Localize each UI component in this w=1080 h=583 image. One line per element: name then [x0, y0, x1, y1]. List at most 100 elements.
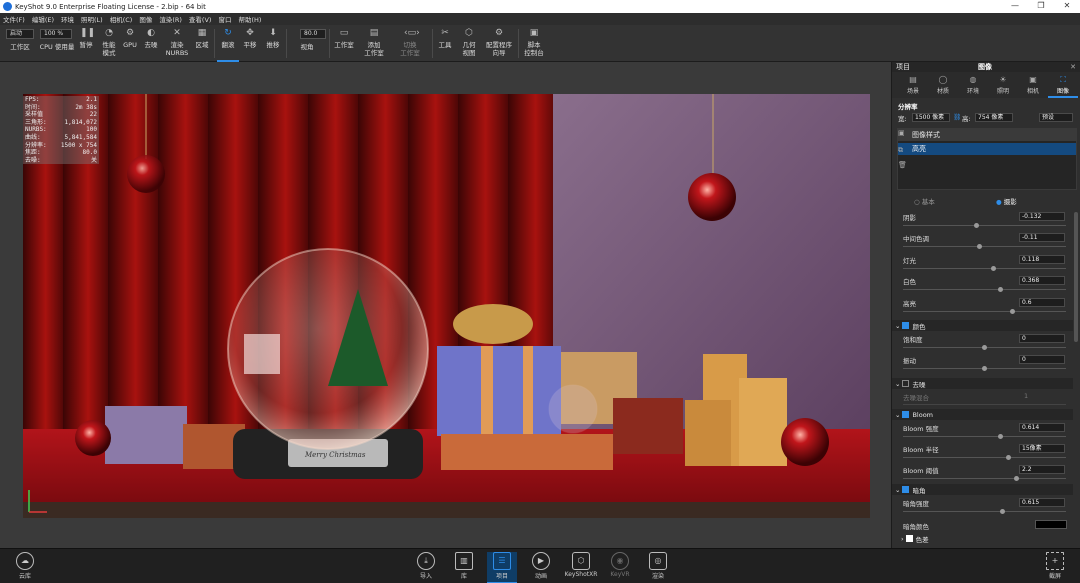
import-button[interactable]: ⤓ 导入 [411, 552, 441, 580]
slider-knob[interactable] [982, 345, 987, 350]
menu-environment[interactable]: 环境 [61, 14, 74, 24]
animation-button[interactable]: ▶ 动画 [526, 552, 556, 580]
denoise-blend-value: 1 [1024, 392, 1029, 400]
keyshotxr-button[interactable]: ⬡ KeyShotXR [564, 552, 598, 578]
performance-mode-button[interactable]: ◔ 性能 模式 [98, 25, 120, 62]
menu-image[interactable]: 图像 [139, 14, 152, 24]
image-style-item-highlight[interactable]: 高亮 [898, 143, 1076, 155]
width-input[interactable]: 1500 像素 [912, 113, 950, 122]
cpu-usage-button[interactable]: CPU 使用量 [38, 43, 76, 62]
vignette-strength-input[interactable]: 0.615 [1019, 498, 1065, 507]
add-studio-button[interactable]: ▤ 添加 工作室 [361, 25, 387, 62]
slider-knob[interactable] [977, 244, 983, 249]
fov-input[interactable]: 80.0 [300, 29, 326, 39]
chromatic-checkbox[interactable] [905, 535, 913, 542]
maximize-icon[interactable]: ❐ [1028, 0, 1054, 13]
mode-basic-radio[interactable]: ○ 基本 [914, 196, 935, 206]
library-button[interactable]: ▥ 库 [449, 552, 479, 580]
bloom-intensity-input[interactable]: 0.614 [1019, 423, 1065, 432]
slider-knob[interactable] [974, 223, 980, 228]
slider-knob[interactable] [1010, 309, 1016, 314]
tab-image[interactable]: ⛶ 图像 [1048, 72, 1078, 98]
render-image[interactable]: Merry Christmas FPS: 2.1 时间: 2m 38s 采样值 22 … [23, 94, 870, 518]
keyvr-button[interactable]: ◉ KeyVR [605, 552, 635, 578]
tab-lighting[interactable]: ☀ 照明 [988, 72, 1018, 98]
whites-input[interactable]: 0.368 [1019, 276, 1065, 285]
screenshot-button[interactable]: + 截屏 [1040, 552, 1070, 580]
menu-window[interactable]: 窗口 [218, 14, 231, 24]
pause-button[interactable]: ❚❚ 暂停 [77, 25, 96, 62]
denoise-checkbox[interactable] [902, 380, 910, 387]
denoise-button[interactable]: ◐ 去噪 [141, 25, 161, 62]
vignette-color-swatch[interactable] [1035, 520, 1067, 529]
cloud-library-button[interactable]: ☁ 云库 [10, 552, 40, 580]
lock-aspect-icon[interactable]: ⛓ [953, 113, 961, 121]
studio-button[interactable]: ▭ 工作室 [331, 25, 357, 62]
tab-environment[interactable]: ◍ 环境 [958, 72, 988, 98]
workspace-select[interactable]: 启动 [6, 29, 34, 39]
height-input[interactable]: 754 像素 [975, 113, 1013, 122]
geometry-view-button[interactable]: ⬡ 几何 视图 [458, 25, 480, 62]
toolbar-divider [214, 29, 215, 58]
bloom-checkbox[interactable] [902, 411, 910, 418]
zoom-select[interactable]: 100 % [40, 29, 72, 39]
vibrance-input[interactable]: 0 [1019, 355, 1065, 364]
region-label: 区域 [195, 41, 209, 49]
menu-help[interactable]: 帮助(H) [238, 14, 261, 24]
tumble-button[interactable]: ↻ 翻滚 [217, 25, 239, 62]
lights-input[interactable]: 0.118 [1019, 255, 1065, 264]
chromatic-aberration-section[interactable]: › 色差 [892, 533, 1073, 544]
workspace-button[interactable]: 工作区 [4, 43, 36, 62]
dolly-button[interactable]: ⬇ 推移 [262, 25, 284, 62]
shadows-input[interactable]: -0.132 [1019, 212, 1065, 221]
duplicate-style-icon[interactable]: ⧉ [898, 146, 903, 155]
mode-photo-radio[interactable]: ● 摄影 [996, 196, 1017, 206]
close-icon[interactable]: ✕ [1054, 0, 1080, 13]
render-nurbs-button[interactable]: ✕ 渲染 NURBS [164, 25, 190, 62]
denoise-section[interactable]: ⌄ 去噪 [892, 378, 1073, 389]
vignette-checkbox[interactable] [902, 486, 910, 493]
menu-lighting[interactable]: 照明(L) [81, 14, 103, 24]
menu-camera[interactable]: 相机(C) [110, 14, 133, 24]
render-viewport[interactable]: Merry Christmas FPS: 2.1 时间: 2m 38s 采样值 22 … [0, 62, 891, 548]
slider-knob[interactable] [991, 266, 997, 271]
add-style-icon[interactable]: ▣ [898, 129, 905, 137]
script-console-button[interactable]: ▣ 脚本 控制台 [521, 25, 547, 62]
panel-close-icon[interactable]: ✕ [1070, 63, 1076, 71]
bloom-threshold-input[interactable]: 2.2 [1019, 465, 1065, 474]
tab-material[interactable]: ◯ 材质 [928, 72, 958, 98]
menu-render[interactable]: 渲染(R) [159, 14, 182, 24]
configurator-wizard-button[interactable]: ⚙ 配置程序 向导 [482, 25, 516, 62]
color-section[interactable]: ⌄ 颜色 [892, 320, 1073, 331]
gpu-button[interactable]: ⚙ GPU [121, 25, 139, 62]
slider-knob[interactable] [1000, 509, 1006, 514]
slider-knob[interactable] [1005, 455, 1011, 460]
main-toolbar: 启动 100 % 工作区 CPU 使用量 ❚❚ 暂停 ◔ 性能 模式 ⚙ GPU ◐ 去… [0, 25, 1080, 62]
switch-studio-button[interactable]: ‹▭› 切换 工作室 [396, 25, 424, 62]
delete-style-icon[interactable]: 🗑 [898, 161, 907, 169]
panel-scrollbar[interactable] [1074, 212, 1078, 342]
tools-button[interactable]: ✂ 工具 [435, 25, 455, 62]
saturation-input[interactable]: 0 [1019, 334, 1065, 343]
slider-knob[interactable] [1013, 476, 1019, 481]
bloom-section[interactable]: ⌄ Bloom [892, 409, 1073, 420]
tab-camera[interactable]: ▣ 相机 [1018, 72, 1048, 98]
bloom-radius-input[interactable]: 15像素 [1019, 444, 1065, 453]
color-checkbox[interactable] [902, 322, 910, 329]
pan-button[interactable]: ✥ 平移 [240, 25, 260, 62]
project-button[interactable]: ☰ 项目 [487, 552, 517, 583]
preset-select[interactable]: 预设 [1039, 113, 1073, 122]
slider-knob[interactable] [997, 434, 1003, 439]
vignette-section[interactable]: ⌄ 暗角 [892, 484, 1073, 495]
menu-view[interactable]: 查看(V) [189, 14, 212, 24]
render-button[interactable]: ◎ 渲染 [643, 552, 673, 580]
tab-scene[interactable]: ▤ 场景 [898, 72, 928, 98]
menu-file[interactable]: 文件(F) [3, 14, 25, 24]
region-button[interactable]: ▦ 区域 [192, 25, 212, 62]
slider-knob[interactable] [997, 287, 1003, 292]
slider-knob[interactable] [982, 366, 987, 371]
minimize-icon[interactable]: — [1002, 0, 1028, 13]
midtones-input[interactable]: -0.11 [1019, 233, 1065, 242]
menu-edit[interactable]: 编辑(E) [32, 14, 54, 24]
highlights-input[interactable]: 0.6 [1019, 298, 1065, 307]
